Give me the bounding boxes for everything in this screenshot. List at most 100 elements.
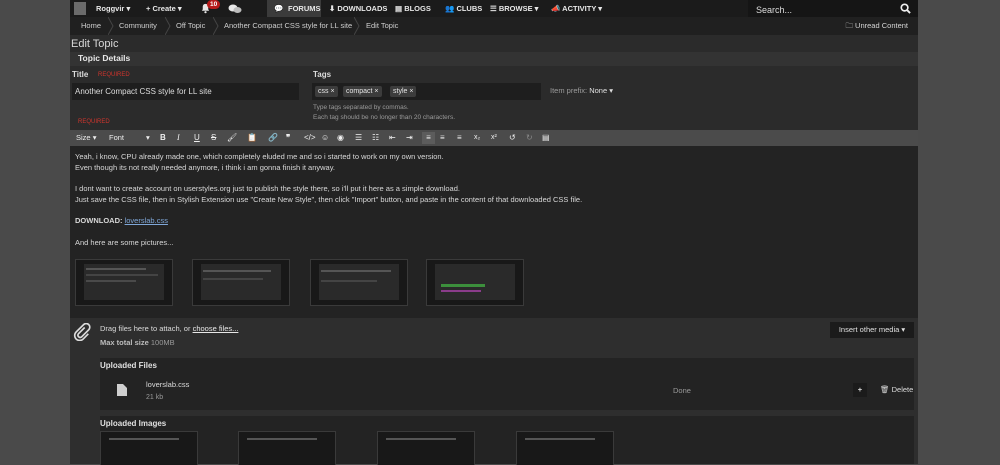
page-title: Edit Topic (71, 38, 119, 50)
title-label: Title (72, 70, 89, 79)
section-header: Topic Details (70, 52, 918, 66)
align-center-icon[interactable]: ≡ (440, 132, 445, 144)
bold-icon[interactable]: B (160, 132, 166, 144)
editor-toolbar: Size ▾ Font ▾ B I U S 🖌 📋 🔗 ❞ </> ☺ ◉ ☰ ☷… (70, 130, 918, 146)
download-link[interactable]: loverslab.css (125, 216, 168, 225)
post-image-thumbnail[interactable] (310, 259, 408, 306)
paste-icon[interactable]: 📋 (247, 132, 257, 144)
uploaded-image-thumbnail[interactable] (516, 431, 614, 465)
uploaded-image-thumbnail[interactable] (377, 431, 475, 465)
post-line-1: Yeah, i know, CPU already made one, whic… (75, 152, 444, 161)
download-label: DOWNLOAD: (75, 216, 123, 225)
emoji-icon[interactable]: ☺ (321, 132, 329, 144)
uploaded-image-thumbnail[interactable] (100, 431, 198, 465)
insert-other-media-button[interactable]: Insert other media ▾ (830, 322, 914, 338)
nav-downloads[interactable]: ⬇ DOWNLOADS (329, 0, 387, 17)
bulleted-list-icon[interactable]: ☰ (355, 132, 362, 144)
font-family-label: Font (109, 133, 125, 142)
brush-icon[interactable]: 🖌 (227, 132, 237, 144)
chat-bubbles-icon (228, 4, 242, 13)
tag-remove-icon[interactable]: × (409, 88, 413, 95)
list-icon: ☰ (490, 4, 497, 13)
unread-content-label: Unread Content (855, 21, 908, 30)
breadcrumb-topic[interactable]: Another Compact CSS style for LL site (224, 17, 352, 35)
nav-browse-label: BROWSE (498, 4, 533, 13)
nav-browse[interactable]: ☰ BROWSE ▾ (490, 0, 538, 17)
title-required-tag: REQUIRED (98, 72, 130, 78)
uploaded-image-thumbnail[interactable] (238, 431, 336, 465)
spoiler-eye-icon[interactable]: ◉ (337, 132, 344, 144)
align-left-icon[interactable]: ≡ (422, 132, 435, 144)
create-button[interactable]: + Create ▾ (146, 0, 182, 17)
delete-file-button[interactable]: 🗑 Delete (880, 385, 913, 394)
breadcrumb-separator (354, 17, 360, 35)
post-line-2: Even though its not really needed anymor… (75, 163, 336, 172)
tag-label: compact (346, 88, 373, 95)
font-family-select[interactable]: Font ▾ (109, 132, 150, 144)
code-icon[interactable]: </> (304, 132, 316, 144)
blog-icon: ▤ (395, 4, 403, 13)
max-size-value: 100MB (150, 338, 175, 347)
italic-icon[interactable]: I (177, 132, 180, 144)
chevron-down-icon: ▾ (126, 4, 131, 13)
align-right-icon[interactable]: ≡ (457, 132, 462, 144)
paperclip-icon (73, 323, 91, 341)
source-view-icon[interactable]: ▤ (542, 132, 550, 144)
uploaded-files-heading: Uploaded Files (100, 361, 157, 370)
tags-input[interactable]: css × compact × style × (312, 83, 541, 100)
breadcrumb-off-topic[interactable]: Off Topic (176, 17, 205, 35)
item-prefix-select[interactable]: Item prefix: None ▾ (550, 86, 613, 95)
nav-forums-label: FORUMS (288, 4, 321, 13)
tag-remove-icon[interactable]: × (374, 88, 378, 95)
nav-activity[interactable]: 📣 ACTIVITY ▾ (551, 0, 602, 17)
chevron-down-icon: ▾ (177, 4, 182, 13)
tag-chip[interactable]: css × (315, 86, 338, 97)
upload-status: Done (673, 386, 691, 395)
numbered-list-icon[interactable]: ☷ (372, 132, 379, 144)
post-image-thumbnail[interactable] (192, 259, 290, 306)
drag-text: Drag files here to attach, or (100, 324, 191, 333)
chevron-down-icon: ▾ (534, 4, 539, 13)
unread-content-link[interactable]: 🗀 Unread Content (845, 17, 908, 35)
chevron-down-icon: ▾ (146, 133, 150, 142)
nav-clubs[interactable]: 👥 CLUBS (445, 0, 482, 17)
avatar[interactable] (74, 2, 86, 15)
uploaded-file-name[interactable]: loverslab.css (146, 380, 189, 389)
subscript-icon[interactable]: x₂ (474, 132, 480, 144)
tag-chip[interactable]: style × (390, 86, 417, 97)
superscript-icon[interactable]: x² (491, 132, 497, 144)
breadcrumb-home[interactable]: Home (81, 17, 101, 35)
section-title: Topic Details (78, 53, 131, 63)
post-line-3: I dont want to create account on usersty… (75, 184, 460, 193)
outdent-icon[interactable]: ⇤ (389, 132, 396, 144)
chevron-down-icon: ▾ (609, 86, 613, 95)
tag-chip[interactable]: compact × (343, 86, 382, 97)
folder-icon: 🗀 (845, 21, 853, 30)
choose-files-link[interactable]: choose files... (193, 324, 239, 333)
quote-icon[interactable]: ❞ (286, 132, 290, 144)
undo-icon[interactable]: ↺ (509, 132, 516, 144)
insert-file-button[interactable]: + (853, 383, 867, 397)
nav-blogs[interactable]: ▤ BLOGS (395, 0, 431, 17)
link-icon[interactable]: 🔗 (268, 132, 278, 144)
indent-icon[interactable]: ⇥ (406, 132, 413, 144)
create-label: + Create (146, 4, 176, 13)
tag-remove-icon[interactable]: × (330, 88, 334, 95)
clubs-icon: 👥 (445, 4, 455, 13)
strikethrough-icon[interactable]: S (211, 132, 216, 144)
title-input[interactable] (72, 83, 295, 100)
search-icon[interactable] (900, 3, 911, 14)
post-image-thumbnail[interactable] (426, 259, 524, 306)
nav-downloads-label: DOWNLOADS (337, 4, 388, 13)
nav-forums[interactable]: 💬 FORUMS (267, 0, 321, 17)
redo-icon[interactable]: ↻ (526, 132, 533, 144)
search-input[interactable] (754, 2, 893, 17)
font-size-select[interactable]: Size ▾ (76, 132, 96, 144)
underline-icon[interactable]: U (194, 132, 200, 144)
download-line: DOWNLOAD: loverslab.css (75, 216, 168, 225)
uploaded-images-panel (100, 416, 914, 464)
user-menu[interactable]: Roggvir ▾ (96, 0, 130, 17)
insert-media-label: Insert other media (838, 325, 900, 334)
post-image-thumbnail[interactable] (75, 259, 173, 306)
breadcrumb-community[interactable]: Community (119, 17, 157, 35)
